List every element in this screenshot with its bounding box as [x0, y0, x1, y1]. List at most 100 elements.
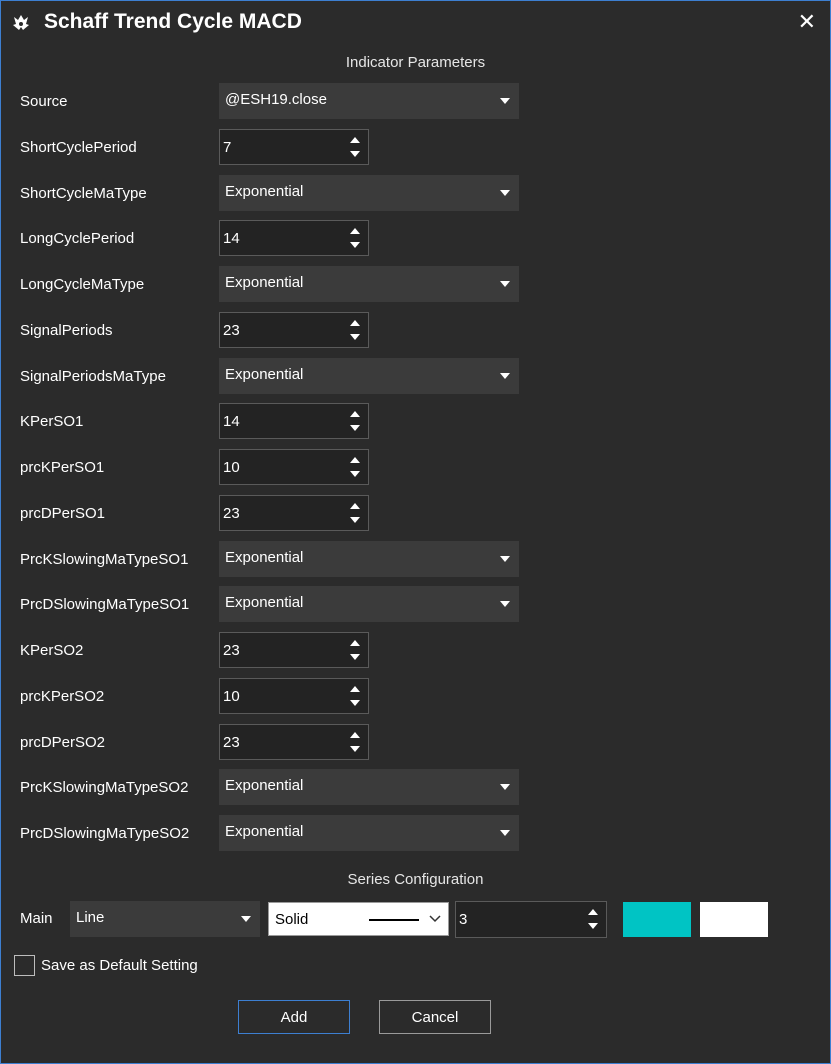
increment-arrow-icon[interactable]: [350, 228, 360, 234]
line-color-swatch[interactable]: [623, 902, 691, 937]
line-style-sample: [369, 919, 419, 921]
chevron-down-icon: [429, 915, 441, 923]
title-bar: Schaff Trend Cycle MACD ✕: [1, 1, 830, 45]
param-spinner-value: 23: [223, 734, 240, 751]
param-spinner[interactable]: 23: [219, 632, 369, 668]
series-type-dropdown[interactable]: Line: [70, 901, 260, 937]
param-dropdown-value: Exponential: [225, 823, 304, 840]
param-label: SignalPeriods: [20, 322, 113, 339]
param-spinner-value: 14: [223, 413, 240, 430]
increment-arrow-icon[interactable]: [350, 137, 360, 143]
param-dropdown[interactable]: Exponential: [219, 815, 519, 851]
param-dropdown-value: Exponential: [225, 183, 304, 200]
param-spinner[interactable]: 7: [219, 129, 369, 165]
series-type-value: Line: [76, 909, 105, 926]
param-label: prcKPerSO2: [20, 688, 105, 705]
chevron-down-icon: [500, 190, 510, 196]
param-label: PrcKSlowingMaTypeSO2: [20, 779, 189, 796]
param-label: KPerSO1: [20, 413, 84, 430]
param-dropdown[interactable]: Exponential: [219, 358, 519, 394]
chevron-down-icon: [500, 98, 510, 104]
increment-arrow-icon[interactable]: [350, 732, 360, 738]
chevron-down-icon: [500, 830, 510, 836]
app-logo-icon: [13, 15, 29, 30]
param-spinner-value: 23: [223, 322, 240, 339]
line-style-value: Solid: [275, 911, 309, 928]
param-dropdown-value: Exponential: [225, 549, 304, 566]
decrement-arrow-icon[interactable]: [350, 654, 360, 660]
param-label: prcDPerSO1: [20, 505, 106, 522]
param-dropdown[interactable]: Exponential: [219, 266, 519, 302]
cancel-button[interactable]: Cancel: [379, 1000, 491, 1034]
param-spinner-value: 14: [223, 230, 240, 247]
param-dropdown[interactable]: Exponential: [219, 769, 519, 805]
close-icon[interactable]: ✕: [798, 10, 816, 34]
increment-arrow-icon[interactable]: [350, 411, 360, 417]
param-dropdown[interactable]: Exponential: [219, 175, 519, 211]
increment-arrow-icon[interactable]: [350, 686, 360, 692]
window-title: Schaff Trend Cycle MACD: [44, 10, 302, 33]
decrement-arrow-icon[interactable]: [350, 425, 360, 431]
param-spinner[interactable]: 23: [219, 724, 369, 760]
chevron-down-icon: [500, 601, 510, 607]
param-dropdown[interactable]: @ESH19.close: [219, 83, 519, 119]
series-name-label: Main: [20, 910, 53, 927]
decrement-arrow-icon[interactable]: [350, 517, 360, 523]
decrement-arrow-icon[interactable]: [588, 923, 598, 929]
increment-arrow-icon[interactable]: [350, 320, 360, 326]
decrement-arrow-icon[interactable]: [350, 151, 360, 157]
param-label: Source: [20, 93, 68, 110]
param-spinner-value: 10: [223, 688, 240, 705]
param-spinner[interactable]: 14: [219, 220, 369, 256]
save-default-label[interactable]: Save as Default Setting: [41, 957, 198, 974]
indicator-parameters-header: Indicator Parameters: [345, 54, 486, 71]
chevron-down-icon: [500, 784, 510, 790]
param-spinner[interactable]: 14: [219, 403, 369, 439]
increment-arrow-icon[interactable]: [350, 457, 360, 463]
param-dropdown-value: Exponential: [225, 777, 304, 794]
line-width-value: 3: [459, 911, 468, 928]
decrement-arrow-icon[interactable]: [350, 746, 360, 752]
param-label: PrcKSlowingMaTypeSO1: [20, 551, 189, 568]
dialog-window: Schaff Trend Cycle MACD ✕ Indicator Para…: [0, 0, 831, 1064]
decrement-arrow-icon[interactable]: [350, 242, 360, 248]
chevron-down-icon: [241, 916, 251, 922]
line-style-dropdown[interactable]: Solid: [268, 902, 449, 936]
decrement-arrow-icon[interactable]: [350, 334, 360, 340]
param-spinner[interactable]: 10: [219, 678, 369, 714]
param-label: PrcDSlowingMaTypeSO1: [20, 596, 190, 613]
param-spinner[interactable]: 23: [219, 495, 369, 531]
param-label: LongCyclePeriod: [20, 230, 135, 247]
param-label: SignalPeriodsMaType: [20, 368, 166, 385]
param-spinner[interactable]: 23: [219, 312, 369, 348]
param-label: PrcDSlowingMaTypeSO2: [20, 825, 190, 842]
param-label: KPerSO2: [20, 642, 84, 659]
line-width-spinner[interactable]: 3: [455, 901, 607, 938]
param-dropdown-value: @ESH19.close: [225, 91, 327, 108]
increment-arrow-icon[interactable]: [350, 640, 360, 646]
param-dropdown-value: Exponential: [225, 594, 304, 611]
param-spinner-value: 23: [223, 505, 240, 522]
series-configuration-header: Series Configuration: [347, 871, 484, 888]
decrement-arrow-icon[interactable]: [350, 471, 360, 477]
chevron-down-icon: [500, 373, 510, 379]
param-spinner-value: 23: [223, 642, 240, 659]
chevron-down-icon: [500, 281, 510, 287]
save-default-checkbox[interactable]: [14, 955, 35, 976]
add-button[interactable]: Add: [238, 1000, 350, 1034]
param-label: LongCycleMaType: [20, 276, 145, 293]
fill-color-swatch[interactable]: [700, 902, 768, 937]
param-spinner[interactable]: 10: [219, 449, 369, 485]
param-dropdown[interactable]: Exponential: [219, 541, 519, 577]
param-dropdown-value: Exponential: [225, 274, 304, 291]
increment-arrow-icon[interactable]: [588, 909, 598, 915]
param-spinner-value: 7: [223, 139, 232, 156]
param-label: ShortCyclePeriod: [20, 139, 137, 156]
decrement-arrow-icon[interactable]: [350, 700, 360, 706]
param-dropdown[interactable]: Exponential: [219, 586, 519, 622]
param-label: prcDPerSO2: [20, 734, 106, 751]
param-dropdown-value: Exponential: [225, 366, 304, 383]
increment-arrow-icon[interactable]: [350, 503, 360, 509]
param-label: prcKPerSO1: [20, 459, 105, 476]
chevron-down-icon: [500, 556, 510, 562]
